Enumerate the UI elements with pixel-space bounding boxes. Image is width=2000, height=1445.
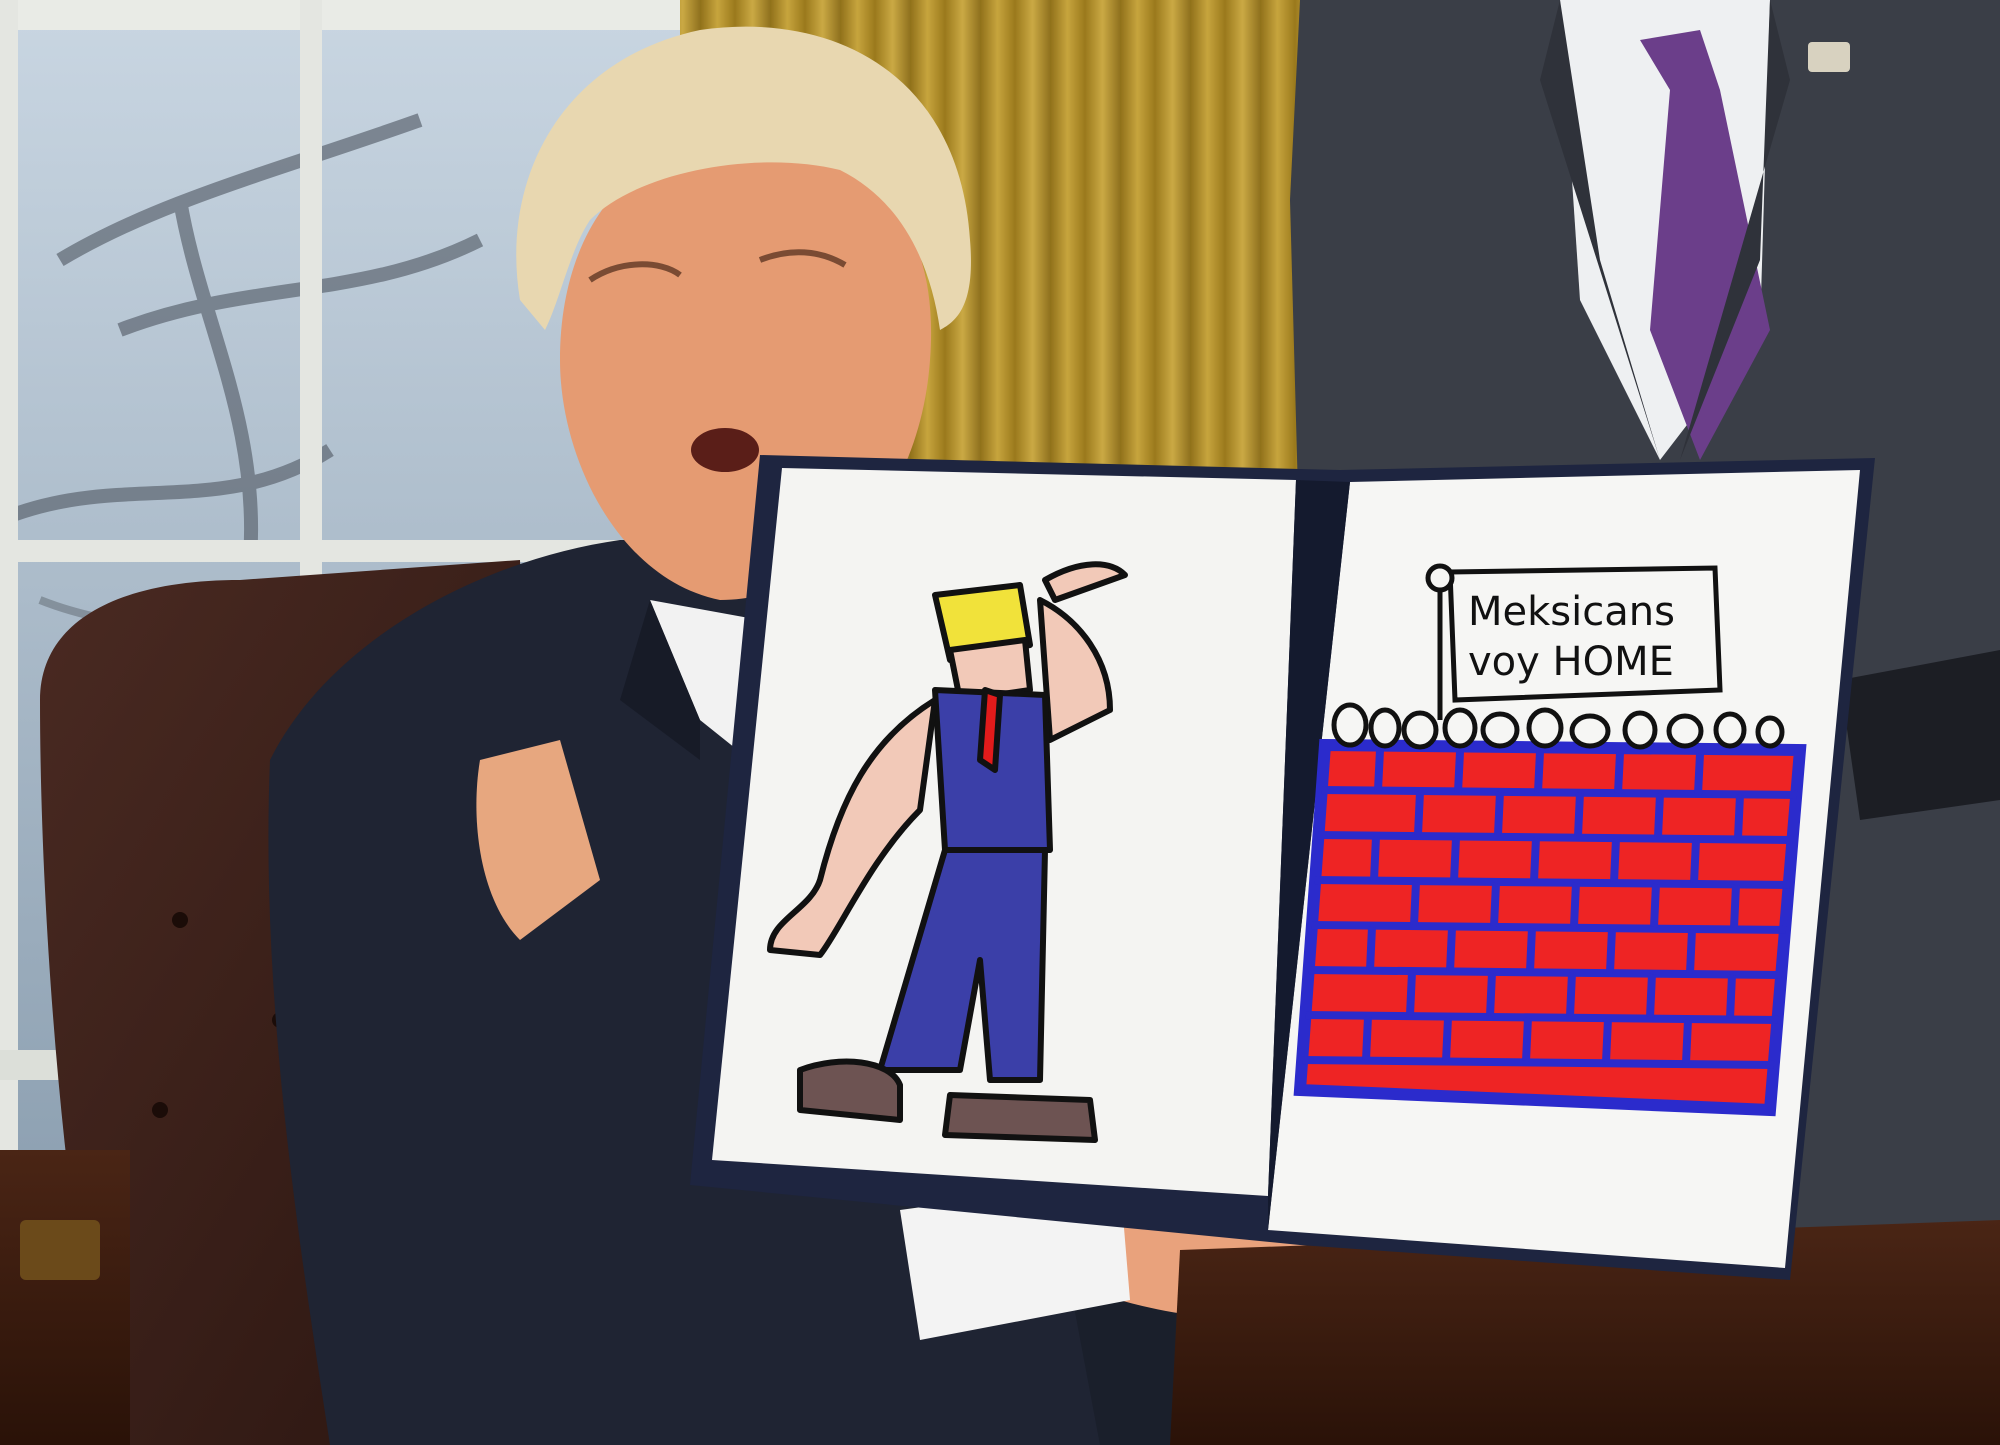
sign-line-2: voy HOME [1468, 639, 1674, 685]
photo-canvas: Meksicans voy HOME [0, 0, 2000, 1445]
desk-left [0, 1150, 130, 1445]
sign-line-1: Meksicans [1468, 589, 1675, 635]
meme-photo: Meksicans voy HOME [0, 0, 2000, 1445]
